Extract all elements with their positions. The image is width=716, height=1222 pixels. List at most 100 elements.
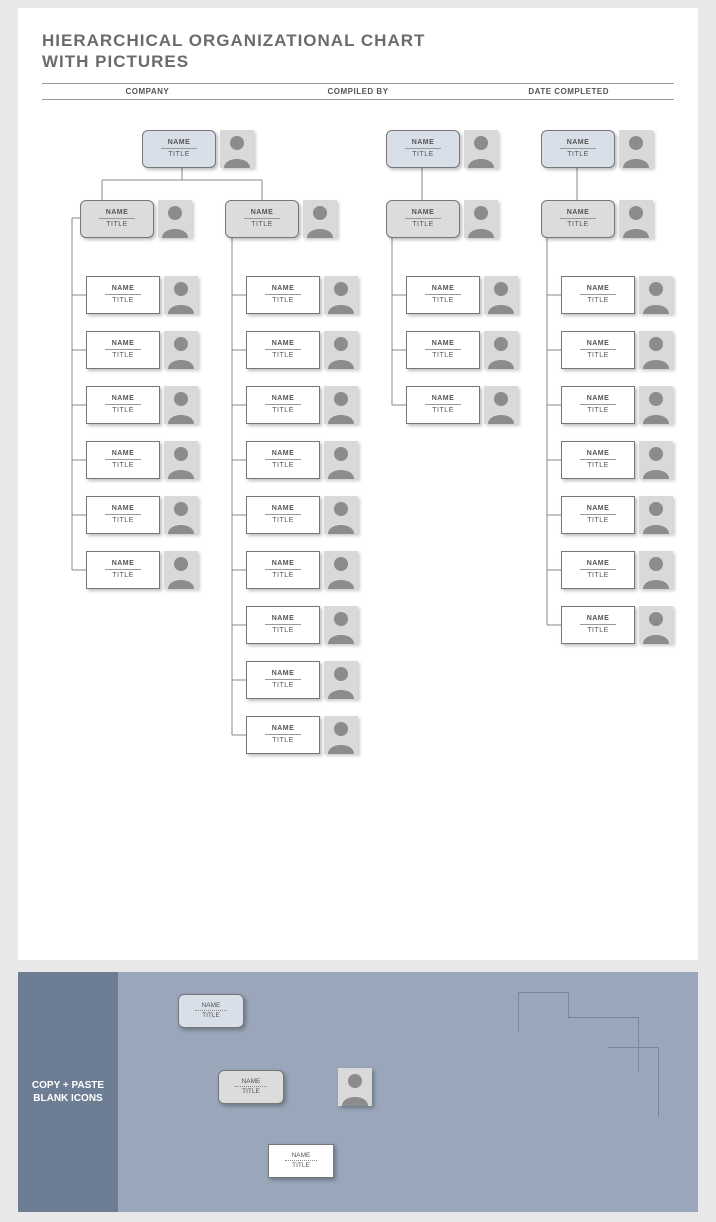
org-node-name: NAME	[251, 208, 274, 217]
org-node-avatar	[164, 551, 198, 589]
org-node-name: NAME	[112, 559, 135, 568]
person-icon	[338, 1068, 372, 1106]
org-node-name: NAME	[106, 208, 129, 217]
org-node-white[interactable]: NAMETITLE	[86, 276, 198, 314]
palette-node-gray[interactable]: NAME TITLE	[218, 1070, 284, 1104]
org-node-box: NAMETITLE	[541, 130, 615, 168]
org-node-title: TITLE	[272, 351, 294, 360]
person-icon	[324, 386, 358, 424]
org-node-name: NAME	[587, 559, 610, 568]
org-node-avatar	[220, 130, 254, 168]
org-node-white[interactable]: NAME TITLE	[86, 551, 198, 589]
org-node-name: NAME	[272, 614, 295, 623]
org-node-avatar	[639, 386, 673, 424]
palette-connector-segment[interactable]	[638, 1017, 639, 1072]
palette-connector-segment[interactable]	[658, 1047, 659, 1117]
org-node-avatar	[639, 606, 673, 644]
person-icon	[324, 276, 358, 314]
org-node-title: TITLE	[567, 150, 589, 159]
org-node-white[interactable]: NAMETITLE	[561, 331, 673, 369]
palette-node-white[interactable]: NAME TITLE	[268, 1144, 334, 1178]
org-node-gray[interactable]: NAMETITLE	[541, 200, 653, 238]
org-node-white[interactable]: NAMETITLE	[406, 331, 518, 369]
person-icon	[158, 200, 192, 238]
org-node-white[interactable]: NAMETITLE	[246, 716, 358, 754]
org-node-name: NAME	[432, 339, 455, 348]
header-compiled-by: COMPILED BY	[253, 84, 464, 99]
palette-node-blue[interactable]: NAME TITLE	[178, 994, 244, 1028]
person-icon	[619, 130, 653, 168]
person-icon	[484, 276, 518, 314]
org-node-box: NAMETITLE	[386, 200, 460, 238]
person-icon	[324, 441, 358, 479]
org-node-title: TITLE	[587, 406, 609, 415]
person-icon	[164, 276, 198, 314]
org-node-name: NAME	[432, 394, 455, 403]
org-node-title: TITLE	[272, 406, 294, 415]
org-node-white[interactable]: NAMETITLE	[561, 496, 673, 534]
org-node-white[interactable]: NAMETITLE	[246, 551, 358, 589]
person-icon	[484, 386, 518, 424]
person-icon	[324, 606, 358, 644]
palette-connector-segment[interactable]	[518, 992, 519, 1032]
org-node-white[interactable]: NAMETITLE	[246, 386, 358, 424]
org-node-white[interactable]: NAMETITLE	[246, 331, 358, 369]
org-node-box: NAMETITLE	[541, 200, 615, 238]
palette-avatar[interactable]	[338, 1068, 372, 1106]
org-node-gray[interactable]: NAMETITLE	[80, 200, 192, 238]
org-node-box: NAMETITLE	[86, 331, 160, 369]
org-node-box: NAMETITLE	[80, 200, 154, 238]
org-node-name: NAME	[168, 138, 191, 147]
person-icon	[639, 331, 673, 369]
org-node-white[interactable]: NAMETITLE	[246, 496, 358, 534]
org-node-box: NAMETITLE	[225, 200, 299, 238]
org-node-gray[interactable]: NAMETITLE	[225, 200, 337, 238]
org-node-white[interactable]: NAMETITLE	[246, 441, 358, 479]
org-node-avatar	[324, 716, 358, 754]
org-node-title: TITLE	[112, 461, 134, 470]
org-node-name: NAME	[587, 504, 610, 513]
org-node-white[interactable]: NAMETITLE	[406, 276, 518, 314]
org-node-white[interactable]: NAMETITLE	[246, 276, 358, 314]
org-node-white[interactable]: NAMETITLE	[406, 386, 518, 424]
org-node-title: TITLE	[587, 296, 609, 305]
org-node-white[interactable]: NAMETITLE	[561, 386, 673, 424]
org-node-white[interactable]: NAMETITLE	[561, 551, 673, 589]
palette-connector-segment[interactable]	[568, 1017, 638, 1018]
org-node-avatar	[158, 200, 192, 238]
org-node-white[interactable]: NAMETITLE	[561, 606, 673, 644]
org-node-white[interactable]: NAMETITLE	[561, 441, 673, 479]
org-node-title: TITLE	[112, 571, 134, 580]
org-node-title: TITLE	[272, 681, 294, 690]
palette-connector-segment[interactable]	[518, 992, 568, 993]
org-node-blue[interactable]: NAMETITLE	[386, 130, 498, 168]
org-node-name: NAME	[112, 504, 135, 513]
org-node-white[interactable]: NAMETITLE	[246, 606, 358, 644]
person-icon	[639, 606, 673, 644]
org-node-blue[interactable]: NAMETITLE	[541, 130, 653, 168]
org-node-name: NAME	[587, 449, 610, 458]
org-node-white[interactable]: NAMETITLE	[246, 661, 358, 699]
palette-label: COPY + PASTE BLANK ICONS	[18, 972, 118, 1212]
org-node-white[interactable]: NAMETITLE	[86, 386, 198, 424]
org-node-gray[interactable]: NAMETITLE	[386, 200, 498, 238]
org-node-white[interactable]: NAMETITLE	[86, 496, 198, 534]
org-node-blue[interactable]: NAMETITLE	[142, 130, 254, 168]
org-node-avatar	[464, 130, 498, 168]
person-icon	[639, 441, 673, 479]
org-node-avatar	[619, 130, 653, 168]
org-node-title: TITLE	[587, 351, 609, 360]
org-node-box: NAMETITLE	[246, 276, 320, 314]
palette-connector-segment[interactable]	[568, 992, 569, 1017]
palette-connector-segment[interactable]	[608, 1047, 658, 1048]
person-icon	[619, 200, 653, 238]
org-node-name: NAME	[272, 449, 295, 458]
org-node-white[interactable]: NAMETITLE	[86, 331, 198, 369]
org-node-name: NAME	[272, 504, 295, 513]
org-node-white[interactable]: NAMETITLE	[86, 441, 198, 479]
org-node-white[interactable]: NAMETITLE	[561, 276, 673, 314]
org-node-avatar	[639, 276, 673, 314]
person-icon	[464, 200, 498, 238]
org-node-box: NAMETITLE	[561, 551, 635, 589]
org-node-box: NAMETITLE	[142, 130, 216, 168]
